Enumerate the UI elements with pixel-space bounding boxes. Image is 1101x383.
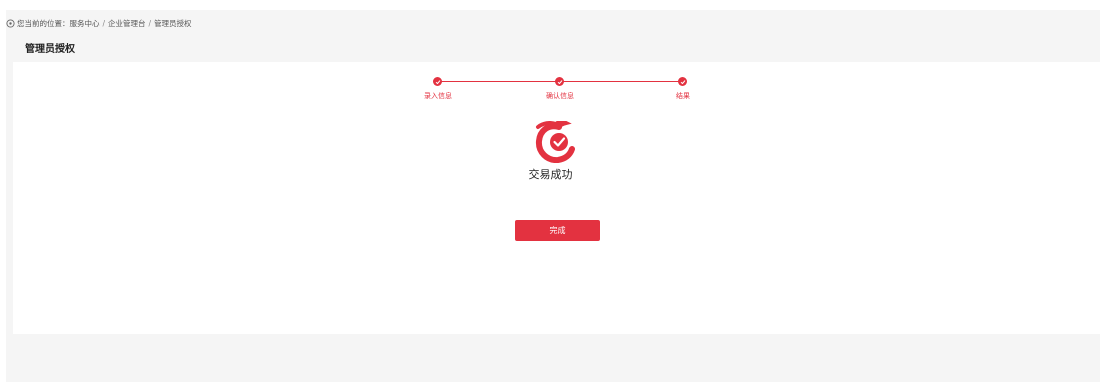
step-label-result: 结果	[676, 92, 690, 100]
location-pin-icon	[6, 18, 15, 28]
success-check-icon	[531, 119, 577, 164]
step-connector	[438, 81, 560, 82]
step-1-check-icon	[433, 77, 442, 86]
content-card	[13, 62, 1100, 334]
page-title: 管理员授权	[25, 44, 75, 55]
done-button[interactable]: 完成	[515, 220, 600, 241]
breadcrumb-separator: /	[102, 18, 106, 28]
breadcrumb-item-admin-authorization: 管理员授权	[154, 18, 192, 28]
step-3-check-icon	[678, 77, 687, 86]
step-2-check-icon	[555, 77, 564, 86]
step-label-confirm-info: 确认信息	[546, 92, 574, 100]
breadcrumb-prefix: 您当前的位置：	[17, 18, 70, 28]
step-label-enter-info: 录入信息	[424, 92, 452, 100]
breadcrumb-item-service-center[interactable]: 服务中心	[70, 18, 100, 29]
success-message: 交易成功	[528, 168, 573, 181]
step-connector	[560, 81, 683, 82]
breadcrumb: 您当前的位置： 服务中心 / 企业管理台 / 管理员授权	[6, 16, 192, 30]
breadcrumb-item-enterprise-console[interactable]: 企业管理台	[108, 18, 146, 29]
breadcrumb-separator: /	[148, 18, 152, 28]
